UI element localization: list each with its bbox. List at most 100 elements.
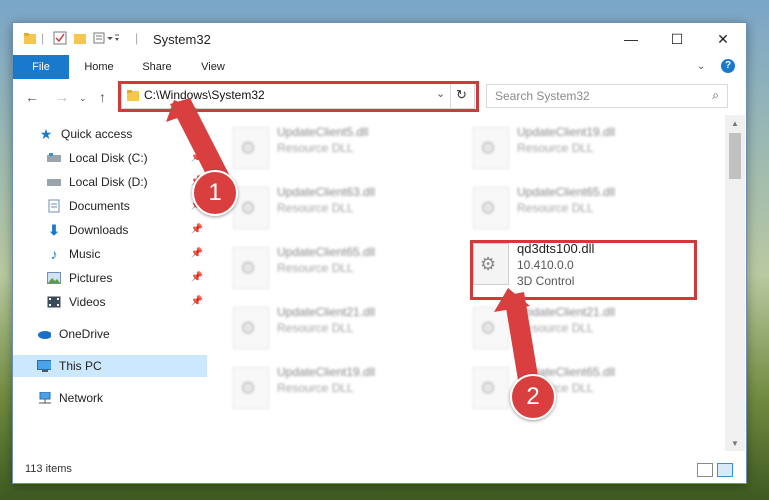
search-input[interactable]: Search System32 — [495, 89, 590, 103]
sidebar-item-pictures[interactable]: Pictures 📌 — [13, 267, 207, 289]
scroll-up-icon[interactable]: ▲ — [731, 119, 739, 128]
maximize-button[interactable]: ☐ — [654, 23, 700, 55]
sidebar-item-local-disk-d[interactable]: Local Disk (D:) 📌 — [13, 171, 207, 193]
sidebar-item-network[interactable]: Network — [13, 387, 207, 409]
separator: | — [41, 31, 45, 45]
navigation-pane: ★ Quick access Local Disk (C:) 📌 Local D… — [13, 115, 209, 451]
explorer-window: | | System32 — ☐ ✕ File Home Share View … — [12, 22, 747, 484]
list-item[interactable]: ⚙ UpdateClient19.dll Resource DLL — [225, 361, 445, 413]
music-icon: ♪ — [50, 246, 58, 262]
sidebar-item-label: Network — [59, 391, 104, 405]
file-type: Resource DLL — [277, 261, 354, 275]
sidebar-item-local-disk-c[interactable]: Local Disk (C:) 📌 — [13, 147, 207, 169]
onedrive-icon — [37, 327, 51, 341]
file-type: Resource DLL — [517, 321, 594, 335]
pc-icon — [37, 359, 51, 373]
sidebar-item-label: Documents — [69, 199, 130, 213]
pictures-icon — [47, 271, 61, 285]
sidebar-item-quick-access[interactable]: ★ Quick access — [13, 123, 207, 145]
drive-icon — [47, 175, 61, 189]
drive-icon — [47, 151, 61, 165]
close-button[interactable]: ✕ — [700, 23, 746, 55]
file-type: Resource DLL — [517, 201, 594, 215]
sidebar-item-label: OneDrive — [59, 327, 110, 341]
list-item[interactable]: ⚙ UpdateClient21.dll Resource DLL — [225, 301, 445, 353]
sidebar-item-label: Local Disk (C:) — [69, 151, 148, 165]
customize-toolbar-icon[interactable] — [93, 31, 119, 48]
file-type: Resource DLL — [277, 141, 354, 155]
help-icon[interactable]: ? — [721, 59, 735, 73]
star-icon: ★ — [39, 125, 53, 142]
file-type: Resource DLL — [277, 321, 354, 335]
sidebar-item-label: Quick access — [61, 127, 133, 141]
ribbon-tabs: File Home Share View ⌄ ? — [13, 55, 746, 107]
list-item[interactable]: ⚙ UpdateClient21.dll Resource DLL — [465, 301, 685, 353]
dll-file-icon: ⚙ — [473, 367, 509, 409]
sidebar-item-this-pc[interactable]: This PC — [13, 355, 207, 377]
search-icon[interactable]: ⌕ — [712, 88, 719, 103]
sidebar-item-documents[interactable]: Documents 📌 — [13, 195, 207, 217]
file-name: UpdateClient19.dll — [517, 125, 616, 139]
sidebar-item-onedrive[interactable]: OneDrive — [13, 323, 207, 345]
list-item[interactable]: ⚙ UpdateClient5.dll Resource DLL — [225, 121, 445, 173]
list-item[interactable]: ⚙ UpdateClient65.dll Resource DLL — [465, 181, 685, 233]
dll-file-icon: ⚙ — [473, 127, 509, 169]
dll-file-icon: ⚙ — [233, 187, 269, 229]
sidebar-item-music[interactable]: ♪ Music 📌 — [13, 243, 207, 265]
properties-icon[interactable] — [53, 31, 67, 48]
new-folder-icon[interactable] — [73, 31, 87, 48]
sidebar-item-label: Downloads — [69, 223, 129, 237]
step-2-badge: 2 — [510, 374, 556, 420]
tab-view[interactable]: View — [191, 55, 235, 79]
back-icon[interactable]: ← — [25, 89, 39, 105]
sidebar-item-label: Local Disk (D:) — [69, 175, 148, 189]
list-item[interactable]: ⚙ UpdateClient63.dll Resource DLL — [225, 181, 445, 233]
dll-file-icon: ⚙ — [233, 247, 269, 289]
file-name: UpdateClient63.dll — [277, 185, 376, 199]
scrollbar-thumb[interactable] — [729, 133, 741, 179]
sidebar-item-label: Pictures — [69, 271, 113, 285]
sidebar-item-videos[interactable]: Videos 📌 — [13, 291, 207, 313]
file-name: UpdateClient65.dll — [517, 185, 616, 199]
file-name: UpdateClient19.dll — [277, 365, 376, 379]
list-item[interactable]: ⚙ UpdateClient65.dll Resource DLL — [225, 241, 445, 293]
tab-share[interactable]: Share — [135, 55, 179, 79]
window-title: System32 — [153, 32, 211, 47]
pin-icon[interactable]: 📌 — [191, 296, 203, 307]
expand-ribbon-icon[interactable]: ⌄ — [697, 61, 705, 72]
dll-file-icon: ⚙ — [473, 187, 509, 229]
scroll-down-icon[interactable]: ▼ — [731, 439, 739, 448]
pin-icon[interactable]: 📌 — [191, 224, 203, 235]
list-item[interactable]: ⚙ UpdateClient65.dll Resource DLL — [465, 361, 685, 413]
title-bar: | | System32 — ☐ ✕ — [13, 23, 746, 55]
folder-icon — [23, 31, 37, 48]
step-1-badge: 1 — [192, 170, 238, 216]
pin-icon[interactable]: 📌 — [191, 248, 203, 259]
sidebar-item-downloads[interactable]: ⬇ Downloads 📌 — [13, 219, 207, 241]
minimize-button[interactable]: — — [608, 23, 654, 55]
address-bar-highlight — [118, 81, 479, 112]
item-count: 113 items — [25, 463, 72, 475]
tab-home[interactable]: Home — [77, 55, 121, 79]
download-icon: ⬇ — [48, 221, 60, 238]
recent-locations-icon[interactable]: ⌄ — [79, 93, 87, 104]
file-name: UpdateClient21.dll — [277, 305, 376, 319]
forward-icon[interactable]: → — [55, 89, 69, 105]
details-view-icon[interactable] — [697, 463, 713, 477]
documents-icon — [47, 199, 61, 213]
pin-icon[interactable]: 📌 — [191, 152, 203, 163]
vertical-scrollbar[interactable]: ▲ ▼ — [725, 115, 745, 451]
file-name: UpdateClient5.dll — [277, 125, 369, 139]
pin-icon[interactable]: 📌 — [191, 272, 203, 283]
search-box[interactable]: Search System32 ⌕ — [486, 84, 728, 108]
separator: | — [135, 31, 139, 45]
sidebar-item-label: Videos — [69, 295, 106, 309]
file-name: UpdateClient21.dll — [517, 305, 616, 319]
up-icon[interactable]: ↑ — [99, 89, 106, 105]
network-icon — [37, 391, 51, 405]
large-icons-view-icon[interactable] — [717, 463, 733, 477]
sidebar-item-label: This PC — [59, 359, 102, 373]
status-bar: 113 items — [13, 451, 746, 483]
sidebar-item-label: Music — [69, 247, 101, 261]
list-item[interactable]: ⚙ UpdateClient19.dll Resource DLL — [465, 121, 685, 173]
